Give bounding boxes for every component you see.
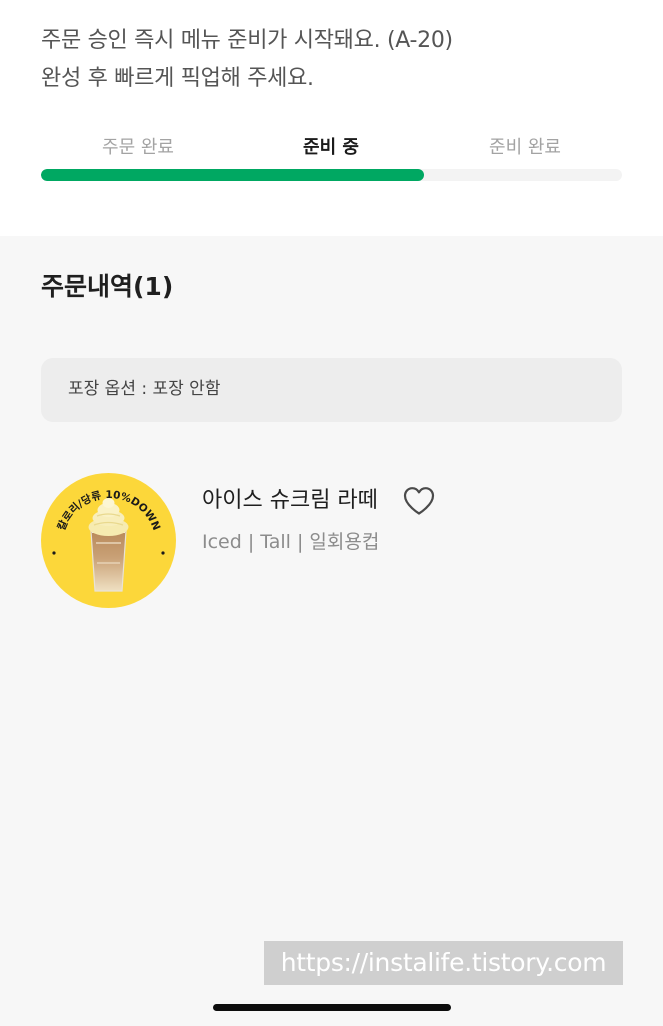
- status-notice: 주문 승인 즉시 메뉴 준비가 시작돼요. (A-20) 완성 후 빠르게 픽업…: [41, 22, 631, 98]
- step-preparing: 준비 중: [303, 137, 359, 158]
- product-name: 아이스 슈크림 라떼: [202, 488, 378, 513]
- product-image: 칼로리/당류 10%DOWN: [41, 473, 176, 608]
- step-ready: 준비 완료: [489, 137, 561, 158]
- step-order-complete: 주문 완료: [102, 137, 174, 158]
- order-status-panel: 주문 승인 즉시 메뉴 준비가 시작돼요. (A-20) 완성 후 빠르게 픽업…: [0, 0, 663, 236]
- heart-outline-icon[interactable]: [402, 485, 436, 517]
- watermark: https://instalife.tistory.com: [264, 941, 623, 985]
- packaging-option-box: 포장 옵션 : 포장 안함: [41, 358, 622, 422]
- product-options: Iced | Tall | 일회용컵: [202, 531, 380, 553]
- home-indicator[interactable]: [213, 1004, 451, 1011]
- status-notice-line2: 완성 후 빠르게 픽업해 주세요.: [41, 66, 314, 91]
- order-history-title: 주문내역(1): [41, 272, 174, 301]
- status-notice-line1: 주문 승인 즉시 메뉴 준비가 시작돼요. (A-20): [41, 28, 453, 53]
- packaging-option-text: 포장 옵션 : 포장 안함: [68, 379, 221, 399]
- progress-bar: [41, 169, 622, 181]
- progress-bar-fill: [41, 169, 425, 181]
